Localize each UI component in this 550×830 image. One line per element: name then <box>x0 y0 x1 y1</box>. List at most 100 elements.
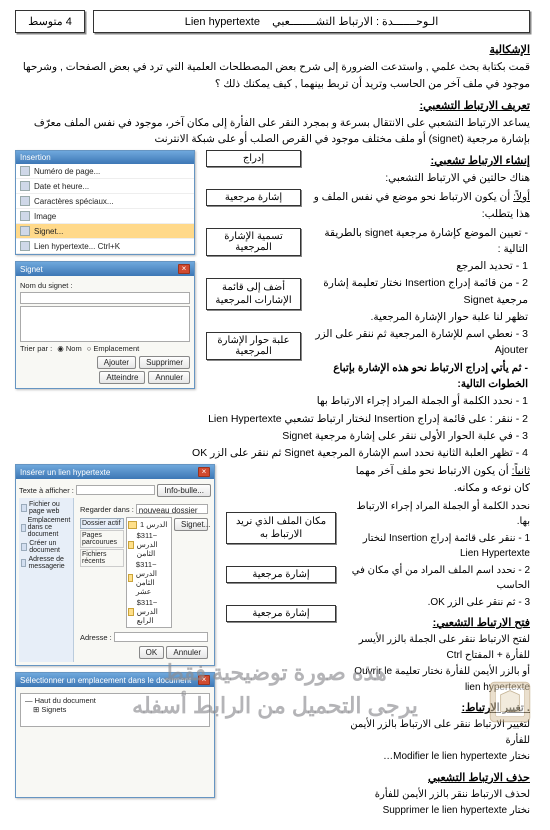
tree-item[interactable]: ⊞ Signets <box>25 705 205 714</box>
label-trier: Trier par : <box>20 344 52 353</box>
signet-name-input[interactable] <box>20 292 190 304</box>
btn-signet[interactable]: Signet... <box>174 518 208 531</box>
list-item[interactable]: ~$311 الدرس الثامن عشر <box>128 559 170 597</box>
menu-label: Image <box>34 212 56 221</box>
side-item[interactable]: Créer un document <box>21 539 71 555</box>
problem-heading: الإشكالية <box>15 43 530 56</box>
image-icon <box>20 211 30 221</box>
signet-listbox[interactable] <box>20 306 190 342</box>
callout-signet: إشارة مرجعية <box>206 189 301 206</box>
definition-text: يساعد الارتباط التشعبي على الانتقال بسرع… <box>15 115 530 149</box>
btn-ok[interactable]: OK <box>139 646 165 659</box>
screenshot-insertion-menu: Insertion Numéro de page... Date et heur… <box>15 150 195 255</box>
btn-cancel[interactable]: Annuler <box>166 646 208 659</box>
callouts-lower: مكان الملف الذي نريد الارتباط به إشارة م… <box>226 464 336 808</box>
menu-item[interactable]: Date et heure... <box>16 179 194 194</box>
callout-dialog: علبة حوار الإشارة المرجعية <box>206 332 301 360</box>
menu-label: Numéro de page... <box>34 167 100 176</box>
second-case-label: ثانياً: <box>512 465 530 477</box>
adresse-input[interactable] <box>114 632 208 642</box>
callouts-upper: إدراج إشارة مرجعية تسمية الإشارة المرجعي… <box>206 150 301 399</box>
callout-add: أضف إلى قائمة الإشارات المرجعية <box>206 278 301 310</box>
regarder-combo[interactable]: nouveau dossier <box>136 504 208 514</box>
link-icon <box>20 241 30 251</box>
win1-titlebar: Insertion <box>16 151 194 164</box>
win1-title: Insertion <box>20 153 51 162</box>
side-label: Adresse de messagerie <box>28 556 71 570</box>
side-label: Créer un document <box>29 540 71 554</box>
menu-item[interactable]: Numéro de page... <box>16 164 194 179</box>
date-icon <box>20 181 30 191</box>
s3: 3 - في علبة الحوار الأولى ننقر على إشارة… <box>15 428 530 444</box>
screenshot-stack-upper: Insertion Numéro de page... Date et heur… <box>15 150 195 395</box>
callout-file-loc: مكان الملف الذي نريد الارتباط به <box>226 512 336 544</box>
btn-supprimer[interactable]: Supprimer <box>139 356 190 369</box>
folder-icon <box>128 541 134 549</box>
label-nom: Nom du signet : <box>20 281 73 290</box>
doc-icon <box>21 524 26 532</box>
list-item[interactable]: ~$311 الدرس الرابع <box>128 597 170 626</box>
menu-item-signet[interactable]: Signet... <box>16 224 194 239</box>
menu-label: Caractères spéciaux... <box>34 197 114 206</box>
close-icon[interactable]: × <box>198 467 210 477</box>
tab-pages[interactable]: Pages parcourues <box>80 530 124 548</box>
s4: 4 - تظهر العلبة الثانية نحدد اسم الإشارة… <box>15 445 530 461</box>
list-item[interactable]: ~$311 الدرس الثامن <box>128 530 170 559</box>
callout-insert: إدراج <box>206 150 301 167</box>
char-icon <box>20 196 30 206</box>
side-item[interactable]: Emplacement dans ce document <box>21 516 71 539</box>
btn-annuler[interactable]: Annuler <box>148 371 190 384</box>
level-box: 4 متوسط <box>15 10 85 33</box>
file-name: الدرس 1 <box>140 520 167 529</box>
menu-item[interactable]: Image <box>16 209 194 224</box>
definition-heading: تعريف الارتباط التشعبي: <box>15 99 530 112</box>
side-label: Fichier ou page web <box>29 501 71 515</box>
callout-signet3: إشارة مرجعية <box>226 605 336 622</box>
doc-tree[interactable]: — Haut du document ⊞ Signets <box>20 693 210 727</box>
screenshot-signet-dialog: Signet × Nom du signet : Trier par : ◉ N… <box>15 261 195 389</box>
menu-label: Date et heure... <box>34 182 89 191</box>
problem-text: قمت بكتابة بحث علمي , واستدعت الضرورة إل… <box>15 59 530 93</box>
btn-infobulle[interactable]: Info-bulle... <box>157 484 211 497</box>
side-label: Emplacement dans ce document <box>28 517 71 538</box>
btn-atteindre[interactable]: Atteindre <box>99 371 145 384</box>
screenshot-stack-lower: Insérer un lien hypertexte × Texte à aff… <box>15 464 215 804</box>
tab-fichiers[interactable]: Fichiers récents <box>80 549 124 567</box>
tab-dossier[interactable]: Dossier actif <box>80 518 124 529</box>
folder-icon <box>128 608 134 616</box>
close-icon[interactable]: × <box>198 675 210 685</box>
tree-item[interactable]: — Haut du document <box>25 696 205 705</box>
mail-icon <box>21 559 26 567</box>
tree-label: Haut du document <box>35 696 96 705</box>
combo-value: nouveau dossier <box>139 506 198 515</box>
menu-label: Lien hypertexte... Ctrl+K <box>34 242 120 251</box>
close-icon[interactable]: × <box>178 264 190 274</box>
title-fr: Lien hypertexte <box>185 16 260 28</box>
tree-label: Signets <box>41 705 66 714</box>
callout-signet2: إشارة مرجعية <box>226 566 336 583</box>
title-ar: الـوحـــــــدة : الارتباط التشــــــــعب… <box>272 16 438 28</box>
opt-nom[interactable]: Nom <box>66 344 82 353</box>
menu-label: Signet... <box>34 227 63 236</box>
side-item[interactable]: Fichier ou page web <box>21 500 71 516</box>
win2-title: Signet <box>20 265 43 274</box>
s2: 2 - ننقر : على قائمة إدراج Insertion لنخ… <box>15 411 530 427</box>
opt-emp[interactable]: Emplacement <box>93 344 139 353</box>
win2-titlebar: Signet × <box>16 262 194 276</box>
menu-item[interactable]: Caractères spéciaux... <box>16 194 194 209</box>
page-header: 4 متوسط الـوحـــــــدة : الارتباط التشــ… <box>15 10 530 33</box>
label-regarder: Regarder dans : <box>80 505 134 514</box>
list-item[interactable]: الدرس 1 <box>128 519 170 530</box>
label-texte: Texte à afficher : <box>19 486 74 495</box>
side-item[interactable]: Adresse de messagerie <box>21 555 71 571</box>
first-case-label: أولاً: <box>513 191 530 203</box>
file-name: ~$311 الدرس الثامن <box>137 531 170 558</box>
menu-item-lien[interactable]: Lien hypertexte... Ctrl+K <box>16 239 194 254</box>
corner-badge <box>484 676 536 728</box>
win3-titlebar: Insérer un lien hypertexte × <box>16 465 214 479</box>
texte-input[interactable] <box>76 485 156 495</box>
folder-icon <box>128 521 137 529</box>
callout-name-signet: تسمية الإشارة المرجعية <box>206 228 301 256</box>
btn-ajouter[interactable]: Ajouter <box>97 356 136 369</box>
folder-icon <box>128 574 133 582</box>
